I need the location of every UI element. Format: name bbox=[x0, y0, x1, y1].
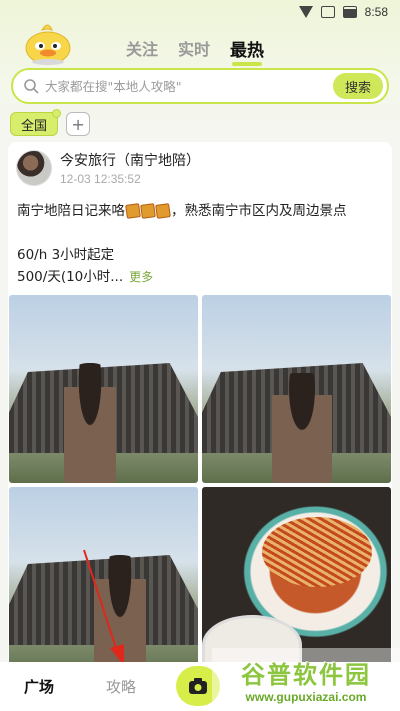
post-line-1-end: ，熟悉南宁市区内及周边景点 bbox=[171, 203, 347, 219]
post-line-3-text: 500/天(10小时... bbox=[17, 269, 124, 285]
no-sim-icon bbox=[320, 6, 335, 18]
post-body[interactable]: 南宁地陪日记来咯 ，熟悉南宁市区内及周边景点 60/h 3小时起定 500/天(1… bbox=[17, 200, 387, 288]
region-filters: 全国 + bbox=[10, 109, 91, 136]
woman-figure bbox=[272, 373, 332, 483]
search-input[interactable] bbox=[45, 78, 333, 94]
battery-icon bbox=[342, 6, 357, 18]
watermark-url: www.gupuxiazai.com bbox=[245, 690, 367, 704]
post-line-1: 南宁地陪日记来咯 ，熟悉南宁市区内及周边景点 bbox=[17, 200, 387, 222]
author-info: 今安旅行（南宁地陪） 12-03 12:35:52 bbox=[60, 150, 200, 186]
tab-hottest[interactable]: 最热 bbox=[230, 36, 264, 66]
book-emoji-icons bbox=[125, 203, 171, 219]
status-time: 8:58 bbox=[364, 5, 388, 19]
post-timestamp: 12-03 12:35:52 bbox=[60, 172, 141, 186]
wifi-icon bbox=[298, 6, 313, 18]
book-icon bbox=[140, 203, 156, 219]
post-image-1[interactable] bbox=[9, 295, 198, 483]
post-line-2: 60/h 3小时起定 bbox=[17, 247, 115, 263]
post-card[interactable]: 今安旅行（南宁地陪） 12-03 12:35:52 南宁地陪日记来咯 ，熟悉南宁市… bbox=[8, 142, 392, 662]
post-author[interactable]: 今安旅行（南宁地陪） 12-03 12:35:52 bbox=[16, 150, 200, 186]
post-image-4[interactable] bbox=[202, 487, 391, 662]
search-bar: 搜索 bbox=[11, 68, 389, 104]
tab-realtime[interactable]: 实时 bbox=[178, 36, 210, 61]
post-image-grid bbox=[9, 295, 391, 662]
chip-nationwide[interactable]: 全国 bbox=[10, 109, 62, 136]
chip-label: 全国 bbox=[21, 118, 48, 134]
post-line-1-start: 南宁地陪日记来咯 bbox=[17, 203, 125, 219]
more-link[interactable]: 更多 bbox=[129, 270, 153, 284]
search-icon bbox=[24, 79, 39, 94]
tab-following[interactable]: 关注 bbox=[126, 36, 158, 61]
search-button[interactable]: 搜索 bbox=[332, 73, 383, 99]
duck-mascot-logo[interactable] bbox=[22, 22, 74, 66]
add-region-button[interactable]: + bbox=[66, 112, 91, 136]
book-icon bbox=[125, 203, 141, 219]
feed-tabs: 关注 实时 最热 bbox=[126, 36, 264, 66]
book-icon bbox=[155, 203, 171, 219]
woman-figure bbox=[64, 363, 116, 483]
author-name[interactable]: 今安旅行（南宁地陪） bbox=[60, 150, 200, 170]
post-image-2[interactable] bbox=[202, 295, 391, 483]
woman-figure bbox=[94, 555, 146, 662]
nav-plaza[interactable]: 广场 bbox=[24, 676, 54, 697]
site-watermark: 谷普软件园 www.gupuxiazai.com bbox=[212, 648, 400, 711]
watermark-title: 谷普软件园 bbox=[241, 661, 371, 689]
nav-guides[interactable]: 攻略 bbox=[106, 676, 136, 697]
avatar[interactable] bbox=[16, 150, 52, 186]
header: 关注 实时 最热 bbox=[0, 18, 400, 68]
post-line-3: 500/天(10小时... 更多 bbox=[17, 266, 387, 288]
post-image-3[interactable] bbox=[9, 487, 198, 662]
noodles-shape bbox=[262, 517, 372, 587]
camera-icon bbox=[189, 678, 207, 694]
chip-badge-icon bbox=[52, 109, 62, 118]
